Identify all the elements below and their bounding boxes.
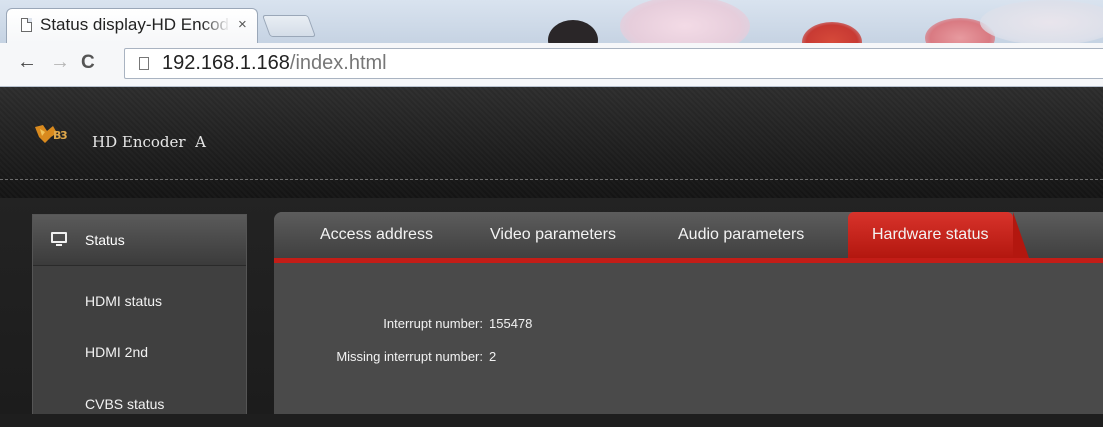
address-bar[interactable]: 192.168.1.168/index.html	[124, 48, 1103, 79]
back-arrow-icon[interactable]: ←	[17, 51, 37, 74]
content-panel: Access address Video parameters Audio pa…	[274, 212, 1103, 414]
url-host: 192.168.1.168	[162, 52, 290, 74]
sidebar: Status HDMI status HDMI 2nd CVBS status	[32, 214, 247, 414]
tab-video-parameters[interactable]: Video parameters	[490, 212, 616, 258]
page-icon	[21, 18, 32, 32]
close-tab-icon[interactable]: ×	[238, 16, 247, 33]
missing-interrupt-number-row: Missing interrupt number: 2	[303, 349, 496, 364]
sidebar-item-hdmi-2nd[interactable]: HDMI 2nd	[33, 331, 246, 375]
page-icon	[139, 57, 149, 70]
interrupt-number-label: Interrupt number:	[383, 316, 483, 331]
interrupt-number-value: 155478	[489, 316, 533, 331]
page-header: B 3 HD Encoder A	[0, 87, 1103, 198]
url-path: /index.html	[289, 52, 387, 74]
new-tab-button[interactable]	[261, 15, 317, 37]
browser-tabstrip: Status display-HD Encoder ×	[0, 0, 1103, 43]
interrupt-number-row: Interrupt number: 155478	[303, 316, 532, 331]
background-decoration	[620, 0, 750, 43]
sidebar-section-title: Status	[85, 232, 125, 248]
sidebar-item-cvbs-status[interactable]: CVBS status	[33, 383, 246, 427]
background-decoration	[980, 0, 1103, 43]
logo-icon: B 3	[35, 125, 68, 143]
sidebar-item-label: HDMI status	[85, 293, 163, 309]
forward-arrow-icon[interactable]: →	[50, 51, 70, 74]
monitor-icon	[51, 232, 67, 246]
background-decoration	[548, 20, 598, 43]
tab-access-address[interactable]: Access address	[320, 212, 433, 258]
sidebar-section-status[interactable]: Status	[33, 215, 246, 266]
browser-tab[interactable]: Status display-HD Encoder ×	[6, 8, 258, 43]
background-decoration	[802, 22, 862, 43]
svg-text:3: 3	[60, 129, 68, 142]
sidebar-item-label: HDMI 2nd	[85, 344, 149, 360]
header-divider	[0, 179, 1103, 180]
reload-icon[interactable]: C	[81, 52, 95, 74]
missing-interrupt-number-value: 2	[489, 349, 497, 364]
missing-interrupt-number-label: Missing interrupt number:	[336, 349, 483, 364]
browser-tab-title: Status display-HD Encoder	[40, 15, 230, 34]
sidebar-item-label: CVBS status	[85, 396, 165, 412]
sidebar-item-hdmi-status[interactable]: HDMI status	[33, 280, 246, 324]
url-text[interactable]: 192.168.1.168/index.html	[162, 52, 387, 75]
tab-hardware-status[interactable]: Hardware status	[848, 212, 1028, 258]
browser-toolbar: ← → C 192.168.1.168/index.html	[0, 43, 1103, 87]
device-name: HD Encoder A	[92, 133, 206, 151]
tab-audio-parameters[interactable]: Audio parameters	[678, 212, 804, 258]
tab-bar: Access address Video parameters Audio pa…	[274, 212, 1103, 263]
